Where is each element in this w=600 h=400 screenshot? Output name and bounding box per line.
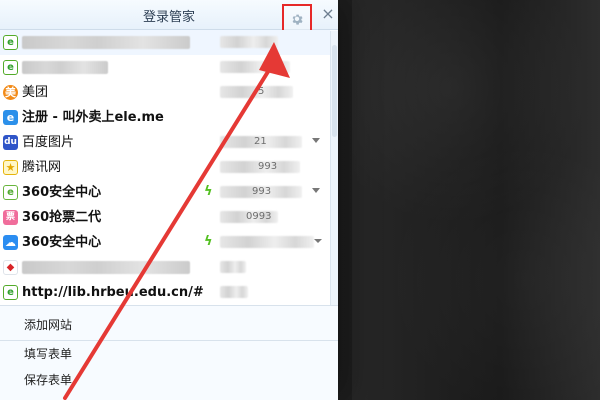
account-fragment: 993: [252, 186, 272, 197]
blurred-site-name: [22, 261, 190, 274]
site-row-tencent[interactable]: ★ 腾讯网 993: [0, 155, 330, 180]
ie-icon: e: [3, 60, 18, 75]
site-row-360-security-2[interactable]: ☁ 360安全中心 ϟ: [0, 230, 330, 255]
site-row-blurred-2[interactable]: e: [0, 55, 330, 80]
site-name: 360安全中心: [22, 235, 102, 250]
site-name: 360安全中心: [22, 185, 102, 200]
site-row-360-security-1[interactable]: e 360安全中心 ϟ 993: [0, 180, 330, 205]
blurred-account: [220, 236, 314, 248]
baidu-icon: du: [3, 135, 18, 150]
blurred-account: [220, 261, 246, 273]
blurred-site-name: [22, 61, 108, 74]
blurred-background: [352, 0, 600, 400]
account-fragment: 21: [254, 136, 267, 147]
site-row-baidu-images[interactable]: du 百度图片 21: [0, 130, 330, 155]
site-row-meituan[interactable]: 美 美团 5: [0, 80, 330, 105]
dropdown-icon[interactable]: [312, 188, 320, 193]
site-list-scrollbar[interactable]: [330, 31, 338, 305]
account-fragment: 5: [258, 86, 265, 97]
ticket-icon: 票: [3, 210, 18, 225]
blurred-account: [220, 36, 278, 48]
dropdown-icon[interactable]: [312, 138, 320, 143]
account-fragment: 0993: [246, 211, 272, 222]
saved-site-list: e e 美 美团 5 e 注册 - 叫外卖上ele.me du 百度图片 21 …: [0, 30, 330, 305]
tencent-icon: ★: [3, 160, 18, 175]
lightning-icon: ϟ: [204, 234, 213, 249]
site-name: 360抢票二代: [22, 210, 102, 225]
ie-icon: e: [3, 35, 18, 50]
360-icon: e: [3, 185, 18, 200]
lightning-icon: ϟ: [204, 184, 213, 199]
screenshot-stage: 登录管家 × e e 美 美团 5 e 注册 - 叫外卖上ele.me du 百…: [0, 0, 600, 400]
site-name: 美团: [22, 85, 49, 100]
save-form-menu-item[interactable]: 保存表单: [24, 372, 72, 388]
blurred-account: [220, 286, 248, 298]
site-name: 腾讯网: [22, 160, 62, 175]
close-button[interactable]: ×: [320, 6, 336, 22]
settings-button[interactable]: [282, 4, 312, 33]
cloud-icon: ☁: [3, 235, 18, 250]
footer-top-divider: [0, 305, 338, 306]
site-row-360-ticket[interactable]: 票 360抢票二代 0993: [0, 205, 330, 230]
flag-icon: ◆: [3, 260, 18, 275]
site-name: 百度图片: [22, 135, 75, 150]
footer-middle-divider: [0, 340, 338, 341]
dropdown-icon[interactable]: [314, 239, 322, 243]
gear-icon: [292, 14, 303, 25]
blurred-account: [220, 61, 290, 73]
login-manager-panel: 登录管家 × e e 美 美团 5 e 注册 - 叫外卖上ele.me du 百…: [0, 0, 338, 400]
scroll-thumb[interactable]: [332, 45, 337, 137]
fill-form-menu-item[interactable]: 填写表单: [24, 346, 72, 362]
blurred-account: [220, 86, 293, 98]
ie-icon: e: [3, 285, 18, 300]
site-name: http://lib.hrbeu.edu.cn/#: [22, 285, 204, 300]
register-icon: e: [3, 110, 18, 125]
add-site-menu-item[interactable]: 添加网站: [24, 317, 72, 333]
site-row-blurred-1[interactable]: e: [0, 30, 330, 55]
site-row-hrbeu-library[interactable]: e http://lib.hrbeu.edu.cn/#: [0, 280, 330, 305]
titlebar: 登录管家 ×: [0, 0, 338, 33]
meituan-icon: 美: [3, 85, 18, 100]
site-row-ele-register[interactable]: e 注册 - 叫外卖上ele.me: [0, 105, 330, 130]
site-name: 注册 - 叫外卖上ele.me: [22, 110, 164, 125]
site-row-blurred-3[interactable]: ◆: [0, 255, 330, 280]
blurred-site-name: [22, 36, 190, 49]
account-fragment: 993: [258, 161, 278, 172]
